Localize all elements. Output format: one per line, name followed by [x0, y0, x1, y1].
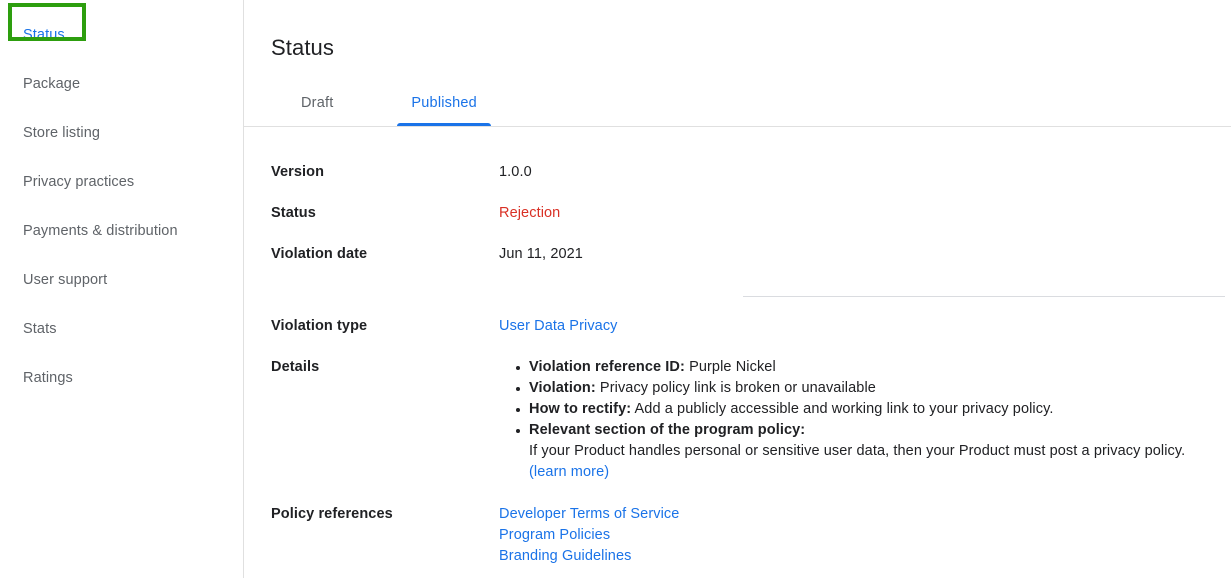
sidebar-item-privacy-practices[interactable]: Privacy practices: [0, 158, 243, 207]
page-title: Status: [271, 34, 334, 60]
field-label: Version: [271, 164, 325, 180]
sidebar-item-label: Store listing: [23, 125, 101, 141]
sidebar: Status Package Store listing Privacy pra…: [0, 0, 244, 578]
tab-bar: Draft Published: [244, 79, 1231, 127]
list-item: Violation reference ID: Purple Nickel: [516, 357, 1225, 378]
field-value-violation-type: User Data Privacy: [499, 316, 1231, 336]
field-label: Violation date: [271, 246, 368, 262]
detail-term: Violation reference ID:: [529, 359, 685, 375]
field-row-policy-references: Policy references Developer Terms of Ser…: [244, 504, 1231, 567]
detail-text: Add a publicly accessible and working li…: [631, 401, 1054, 417]
field-label: Policy references: [271, 506, 393, 522]
tab-draft[interactable]: Draft: [286, 79, 348, 126]
section-divider: [743, 296, 1225, 297]
sidebar-item-package[interactable]: Package: [0, 60, 243, 109]
link-developer-terms-of-service[interactable]: Developer Terms of Service: [499, 504, 1225, 525]
list-item: Relevant section of the program policy: …: [516, 420, 1225, 483]
detail-text: Purple Nickel: [684, 359, 776, 375]
tab-published[interactable]: Published: [396, 79, 492, 126]
list-item: Violation: Privacy policy link is broken…: [516, 378, 1225, 399]
sidebar-item-user-support[interactable]: User support: [0, 256, 243, 305]
field-row-violation-date: Violation date Jun 11, 2021: [244, 244, 1231, 264]
sidebar-item-label: Status: [23, 27, 65, 43]
field-value-policy-references: Developer Terms of Service Program Polic…: [499, 504, 1231, 567]
field-value-violation-date: Jun 11, 2021: [499, 246, 583, 262]
field-value-details: Violation reference ID: Purple Nickel Vi…: [499, 357, 1231, 483]
sidebar-item-label: Payments & distribution: [23, 223, 178, 239]
section-divider-wrap: [244, 285, 1231, 316]
field-row-status: Status Rejection: [244, 203, 1231, 223]
sidebar-item-stats[interactable]: Stats: [0, 305, 243, 354]
main-content: Status Draft Published Version 1.0.0 Sta…: [244, 0, 1231, 578]
tab-label: Draft: [301, 94, 334, 111]
sidebar-item-label: Package: [23, 76, 81, 92]
sidebar-item-store-listing[interactable]: Store listing: [0, 109, 243, 158]
field-label: Violation type: [271, 318, 368, 334]
detail-term: How to rectify:: [529, 401, 632, 417]
detail-subtext: If your Product handles personal or sens…: [529, 443, 1186, 459]
link-learn-more[interactable]: (learn more): [529, 462, 1225, 483]
details-list: Violation reference ID: Purple Nickel Vi…: [499, 357, 1225, 483]
sidebar-item-label: Privacy practices: [23, 174, 135, 190]
sidebar-item-ratings[interactable]: Ratings: [0, 354, 243, 403]
detail-text: Privacy policy link is broken or unavail…: [595, 380, 876, 396]
detail-term: Relevant section of the program policy:: [529, 422, 806, 438]
sidebar-item-label: User support: [23, 272, 108, 288]
tab-label: Published: [411, 94, 477, 111]
sidebar-item-label: Ratings: [23, 370, 73, 386]
sidebar-item-payments-distribution[interactable]: Payments & distribution: [0, 207, 243, 256]
field-label: Status: [271, 205, 316, 221]
list-item: How to rectify: Add a publicly accessibl…: [516, 399, 1225, 420]
field-row-violation-type: Violation type User Data Privacy: [244, 316, 1231, 336]
detail-term: Violation:: [529, 380, 596, 396]
app-root: Status Package Store listing Privacy pra…: [0, 0, 1231, 578]
link-program-policies[interactable]: Program Policies: [499, 525, 1225, 546]
status-badge: Rejection: [499, 205, 561, 221]
field-row-version: Version 1.0.0: [244, 162, 1231, 182]
link-violation-type[interactable]: User Data Privacy: [499, 318, 618, 334]
status-detail-panel: Version 1.0.0 Status Rejection Violation…: [244, 128, 1231, 578]
field-value-version: 1.0.0: [499, 164, 532, 180]
field-label: Details: [271, 359, 320, 375]
sidebar-item-status[interactable]: Status: [0, 11, 243, 60]
link-branding-guidelines[interactable]: Branding Guidelines: [499, 546, 1225, 567]
sidebar-item-label: Stats: [23, 321, 57, 337]
field-row-details: Details Violation reference ID: Purple N…: [244, 357, 1231, 483]
